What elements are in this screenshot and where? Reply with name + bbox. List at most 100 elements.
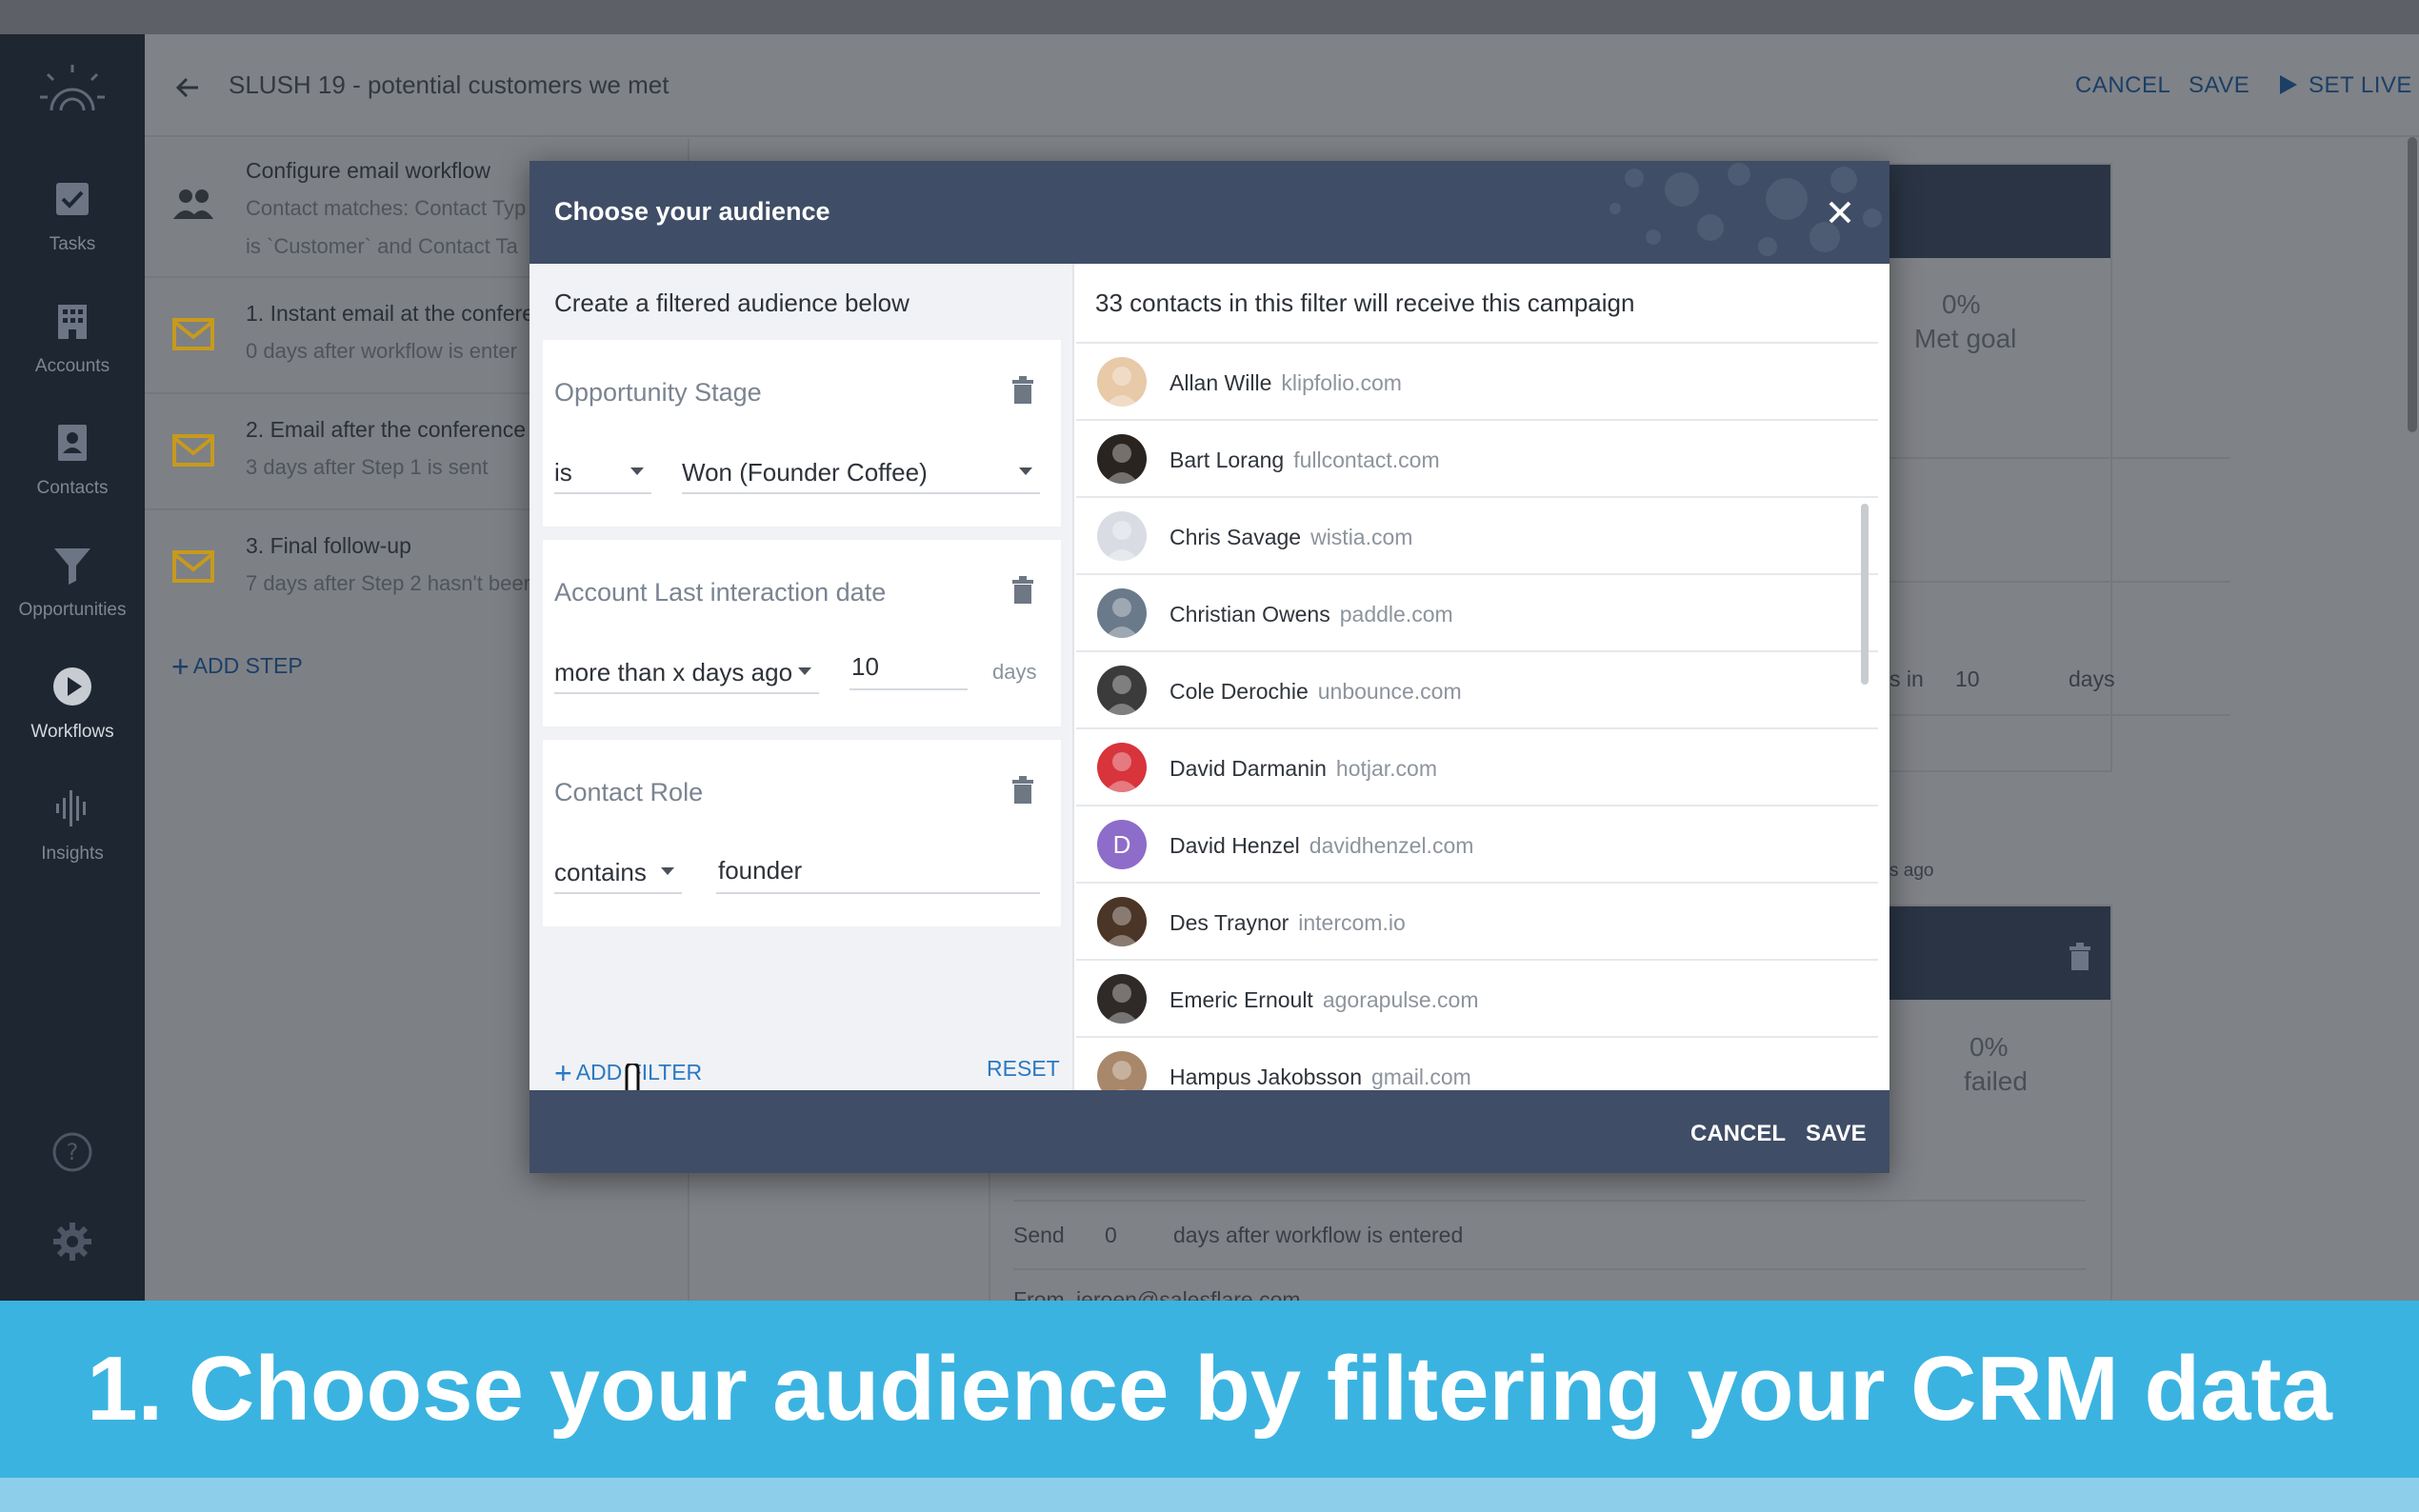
contact-row[interactable]: Hampus Jakobsson gmail.com xyxy=(1076,1036,1878,1090)
sidebar-item-accounts[interactable]: Accounts xyxy=(0,299,145,404)
set-live-button[interactable]: SET LIVE xyxy=(2309,72,2412,99)
contact-avatar xyxy=(1097,1051,1147,1090)
trash-icon[interactable] xyxy=(1010,574,1036,605)
contact-row[interactable]: Cole Derochie unbounce.com xyxy=(1076,650,1878,727)
filter-title: Contact Role xyxy=(554,778,704,806)
filter-panel: Create a filtered audience below Opportu… xyxy=(530,264,1074,1147)
contact-row[interactable]: Bart Lorang fullcontact.com xyxy=(1076,419,1878,496)
contact-card-icon xyxy=(58,425,87,461)
sidebar-item-opportunities[interactable]: Opportunities xyxy=(0,543,145,647)
filter-card-contact-role: Contact Role contains founder xyxy=(543,740,1061,926)
reset-button[interactable]: RESET xyxy=(987,1056,1060,1082)
contact-avatar xyxy=(1097,588,1147,638)
filter-title: Account Last interaction date xyxy=(554,578,887,607)
main-scrollbar[interactable] xyxy=(2408,137,2417,432)
chevron-down-icon xyxy=(798,667,811,675)
page-title: SLUSH 19 - potential customers we met xyxy=(229,70,670,99)
filter-card-opportunity-stage: Opportunity Stage is Won (Founder Coffee… xyxy=(543,340,1061,527)
choose-audience-modal: Choose your audience Create a filtered a… xyxy=(530,161,1889,1173)
contact-row[interactable]: Emeric Ernoult agorapulse.com xyxy=(1076,959,1878,1036)
contact-name: Emeric Ernoult agorapulse.com xyxy=(1170,987,1479,1012)
header-save-button[interactable]: SAVE xyxy=(2189,72,2249,99)
sidebar-item-label: Insights xyxy=(41,844,104,864)
sidebar-item-label: Workflows xyxy=(30,722,114,742)
contact-name: Christian Owens paddle.com xyxy=(1170,602,1453,627)
divider xyxy=(1013,1268,2086,1270)
plus-icon: + xyxy=(171,649,190,684)
modal-header: Choose your audience xyxy=(530,161,1889,264)
sidebar-item-tasks[interactable]: Tasks xyxy=(0,177,145,282)
divider xyxy=(1889,581,2230,583)
close-icon[interactable] xyxy=(1823,195,1857,229)
add-step-button[interactable]: + ADD STEP xyxy=(171,649,303,685)
play-circle-icon xyxy=(53,667,91,706)
fragment-text: s in xyxy=(1889,666,1924,691)
contact-domain: intercom.io xyxy=(1298,910,1406,935)
operator-select[interactable]: more than x days ago xyxy=(554,654,819,694)
fragment-unit: days xyxy=(2069,666,2115,691)
check-square-icon xyxy=(56,183,89,215)
chevron-down-icon xyxy=(661,867,674,875)
filter-title: Opportunity Stage xyxy=(554,378,762,407)
contains-input[interactable]: founder xyxy=(716,850,1040,894)
help-icon[interactable]: ? xyxy=(50,1129,95,1175)
caption-text: 1. Choose your audience by filtering you… xyxy=(87,1338,2332,1440)
sidebar-item-label: Opportunities xyxy=(18,600,127,620)
contact-domain: paddle.com xyxy=(1339,602,1453,627)
trash-icon[interactable] xyxy=(1010,374,1036,405)
contact-domain: klipfolio.com xyxy=(1281,370,1402,395)
contact-avatar xyxy=(1097,434,1147,484)
window-top-bar xyxy=(0,0,2419,34)
contact-row[interactable]: D David Henzel davidhenzel.com xyxy=(1076,805,1878,882)
people-icon xyxy=(173,189,213,219)
contacts-list: Allan Wille klipfolio.com Bart Lorang fullc… xyxy=(1076,342,1878,1090)
sidebar: Tasks Accounts Contacts Opportunities Wo… xyxy=(0,34,145,1301)
contact-name: Chris Savage wistia.com xyxy=(1170,525,1413,549)
contact-avatar: D xyxy=(1097,820,1147,869)
configure-title: Configure email workflow xyxy=(246,158,490,183)
step-subtitle: 3 days after Step 1 is sent xyxy=(246,455,489,479)
audio-bars-icon xyxy=(56,790,86,826)
failed-label: failed xyxy=(1964,1066,2028,1096)
step-subtitle: 0 days after workflow is enter xyxy=(246,339,517,363)
contact-row[interactable]: Allan Wille klipfolio.com xyxy=(1076,342,1878,419)
modal-save-button[interactable]: SAVE xyxy=(1806,1121,1867,1147)
sidebar-item-label: Contacts xyxy=(36,478,109,498)
contact-name: David Henzel davidhenzel.com xyxy=(1170,833,1474,858)
trash-icon[interactable] xyxy=(1010,774,1036,805)
contacts-scrollbar[interactable] xyxy=(1861,504,1869,685)
value-select[interactable]: Won (Founder Coffee) xyxy=(682,454,1040,494)
met-goal-pct: 0% xyxy=(1942,289,1981,319)
sidebar-item-label: Tasks xyxy=(49,234,96,254)
sidebar-item-contacts[interactable]: Contacts xyxy=(0,421,145,526)
sidebar-item-workflows[interactable]: Workflows xyxy=(0,665,145,769)
divider xyxy=(1889,457,2230,459)
met-goal-label: Met goal xyxy=(1914,324,2017,353)
contact-row[interactable]: Des Traynor intercom.io xyxy=(1076,882,1878,959)
gear-icon[interactable] xyxy=(50,1219,95,1264)
salesflare-logo-icon[interactable] xyxy=(38,61,107,129)
header-cancel-button[interactable]: CANCEL xyxy=(2075,72,2170,99)
modal-cancel-button[interactable]: CANCEL xyxy=(1690,1121,1786,1147)
contact-name: David Darmanin hotjar.com xyxy=(1170,756,1438,781)
configure-line2: is `Customer` and Contact Ta xyxy=(246,234,518,258)
contact-domain: agorapulse.com xyxy=(1322,987,1479,1012)
trash-icon[interactable] xyxy=(2067,941,2093,971)
operator-select[interactable]: contains xyxy=(554,854,682,894)
divider xyxy=(1013,1200,2086,1202)
contact-row[interactable]: David Darmanin hotjar.com xyxy=(1076,727,1878,805)
svg-text:?: ? xyxy=(67,1139,79,1165)
fragment-ago: s ago xyxy=(1889,861,1934,881)
chevron-down-icon xyxy=(630,468,644,475)
contact-row[interactable]: Christian Owens paddle.com xyxy=(1076,573,1878,650)
contact-avatar xyxy=(1097,357,1147,407)
back-arrow-icon[interactable] xyxy=(170,69,208,107)
sidebar-item-insights[interactable]: Insights xyxy=(0,786,145,891)
send-label: Send xyxy=(1013,1223,1065,1247)
operator-select[interactable]: is xyxy=(554,454,651,494)
fragment-value: 10 xyxy=(1955,666,1980,691)
contact-row[interactable]: Chris Savage wistia.com xyxy=(1076,496,1878,573)
days-input[interactable]: 10 xyxy=(850,647,968,690)
contact-domain: hotjar.com xyxy=(1335,756,1438,781)
contact-domain: fullcontact.com xyxy=(1293,448,1440,472)
